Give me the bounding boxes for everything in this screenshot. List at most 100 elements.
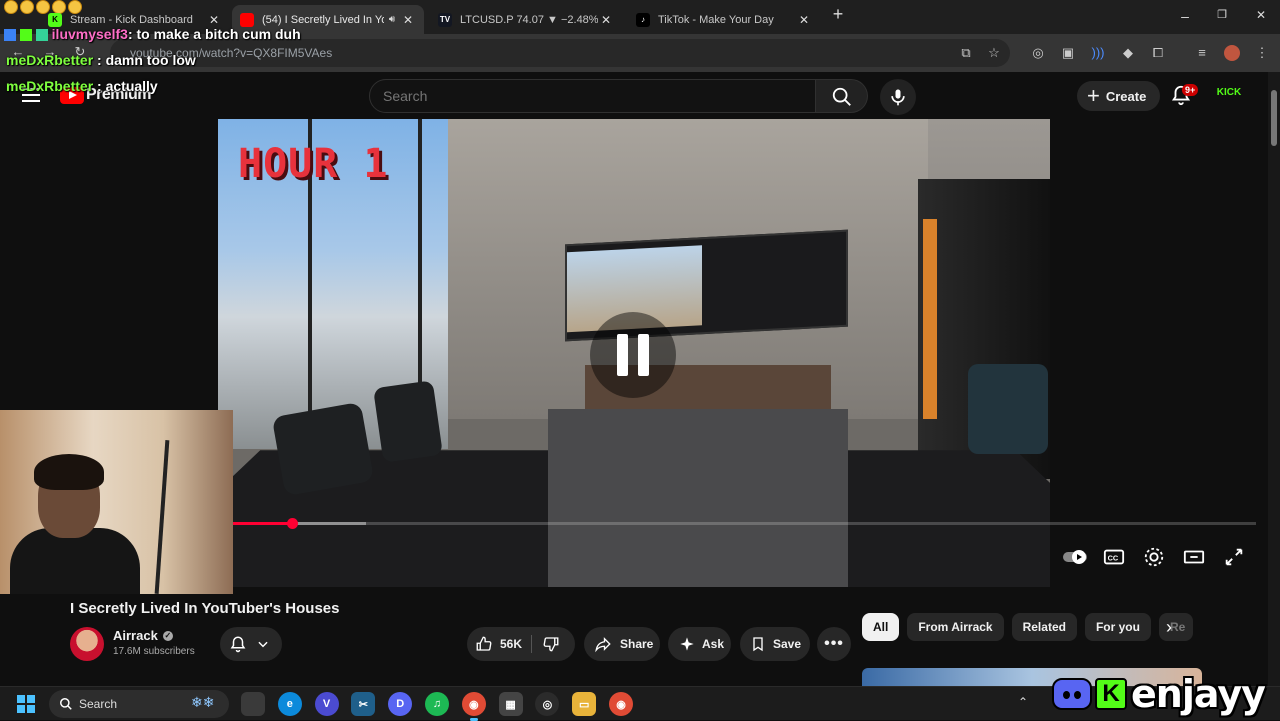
pause-button[interactable]	[590, 312, 676, 398]
chip-recent[interactable]: Re	[1158, 613, 1193, 641]
kick-logo-icon: K	[1095, 678, 1127, 710]
verified-check-icon: ✓	[162, 630, 173, 641]
like-dislike-group: 56K	[467, 627, 575, 661]
thumbs-up-icon	[476, 636, 492, 651]
taskbar-app-edge-icon[interactable]: e	[277, 692, 302, 716]
extension-image-icon[interactable]: ▣	[1060, 45, 1076, 61]
scrollbar-thumb[interactable]	[1271, 90, 1277, 146]
tray-overflow-icon[interactable]: ⌃	[1018, 695, 1028, 709]
taskbar-app-vpn-icon[interactable]: V	[314, 692, 339, 716]
tab-tradingview[interactable]: TV LTCUSD.P 74.07 ▼ −2.48% Unn ✕	[430, 5, 622, 34]
tab-close-icon[interactable]: ✕	[206, 13, 222, 27]
extension-diamond-icon[interactable]: ◆	[1120, 45, 1136, 61]
search-icon	[832, 87, 851, 106]
channel-name-text: Airrack	[113, 628, 158, 643]
youtube-header: Premium + Create 9+ KICK	[0, 72, 1268, 118]
taskbar-app-chrome-profile-icon[interactable]: ◉	[609, 692, 633, 716]
channel-name[interactable]: Airrack ✓	[113, 628, 173, 643]
bookmark-star-icon[interactable]: ☆	[986, 45, 1002, 61]
extensions-puzzle-icon[interactable]: ⧠	[1150, 45, 1166, 61]
search-input[interactable]	[370, 80, 815, 112]
menu-kebab-icon[interactable]: ⋮	[1254, 45, 1270, 61]
windows-start-icon[interactable]	[17, 695, 35, 713]
chat-text: : damn too low	[93, 52, 196, 68]
tab-title: TikTok - Make Your Day	[658, 13, 774, 26]
chat-badge-icon	[19, 29, 32, 42]
microphone-icon	[891, 89, 905, 106]
account-avatar[interactable]: KICK	[1214, 88, 1244, 98]
channel-avatar[interactable]	[70, 627, 104, 661]
theater-mode-icon[interactable]	[1183, 546, 1205, 568]
extension-glasses-icon[interactable]: ◎	[1030, 45, 1046, 61]
taskbar-app-snipping-tool-icon[interactable]: ✂	[351, 692, 376, 716]
media-queue-icon[interactable]: ≡	[1194, 45, 1210, 61]
ask-button[interactable]: Ask	[668, 627, 731, 661]
tab-close-icon[interactable]: ✕	[598, 13, 614, 27]
taskbar-app-folder-icon[interactable]: ▭	[572, 692, 597, 716]
search-box	[369, 79, 816, 113]
page-scrollbar[interactable]	[1268, 72, 1280, 686]
taskbar-search[interactable]: Search ❄❄	[49, 690, 229, 718]
progress-played	[233, 522, 293, 525]
profile-avatar-icon[interactable]	[1224, 45, 1240, 61]
bookmark-icon	[753, 637, 763, 652]
chat-username: meDxRbetter	[6, 78, 94, 94]
like-button[interactable]: 56K	[467, 635, 531, 653]
maximize-button[interactable]: ❐	[1207, 8, 1237, 21]
share-label: Share	[620, 637, 654, 651]
kick-favicon-icon: K	[48, 12, 62, 27]
video-scene	[923, 219, 937, 419]
search-button[interactable]	[816, 79, 868, 113]
taskbar-app-spotify-icon[interactable]: ♫	[425, 692, 449, 716]
tab-close-icon[interactable]: ✕	[400, 13, 416, 27]
taskbar-app-obs-icon[interactable]: ◎	[535, 692, 560, 716]
chat-text: : actually	[93, 78, 158, 94]
taskbar-app-chrome-icon[interactable]: ◉	[461, 692, 486, 721]
address-bar[interactable]: youtube.com/watch?v=QX8FIM5VAes ⧉ ☆	[110, 39, 1010, 67]
bell-icon	[230, 636, 246, 653]
tab-close-icon[interactable]: ✕	[796, 13, 812, 27]
save-button[interactable]: Save	[740, 627, 810, 661]
more-actions-button[interactable]: •••	[817, 627, 851, 661]
share-button[interactable]: Share	[584, 627, 660, 661]
video-progress-bar[interactable]	[233, 518, 1256, 529]
taskbar-app-calculator-icon[interactable]: ▦	[498, 692, 523, 716]
minimize-button[interactable]: –	[1170, 8, 1200, 24]
dislike-button[interactable]	[542, 635, 567, 656]
emote-icon	[4, 0, 18, 14]
new-tab-button[interactable]: +	[823, 4, 853, 25]
streamer-brand-overlay: K enjayy	[1052, 668, 1266, 720]
create-button[interactable]: + Create	[1077, 81, 1161, 111]
chat-message: meDxRbetter : actually	[6, 78, 158, 94]
install-app-icon[interactable]: ⧉	[958, 45, 974, 61]
settings-gear-icon[interactable]	[1143, 546, 1165, 568]
close-window-button[interactable]: ✕	[1246, 8, 1276, 22]
chip-for-you[interactable]: For you	[1084, 613, 1151, 641]
chip-all[interactable]: All	[862, 613, 900, 641]
chip-from-airrack[interactable]: From Airrack	[907, 613, 1004, 641]
tradingview-favicon-icon: TV	[438, 12, 452, 27]
captions-icon[interactable]: CC	[1103, 546, 1125, 568]
video-title-overlay: HOUR 1	[238, 141, 389, 187]
chat-badge-icon	[35, 29, 48, 42]
taskbar-app-file-explorer-dark-icon[interactable]	[241, 692, 265, 716]
svg-text:CC: CC	[1108, 554, 1119, 563]
like-count: 56K	[500, 637, 523, 651]
fullscreen-icon[interactable]	[1223, 546, 1245, 568]
chip-next-chevron-icon[interactable]: ›	[1166, 617, 1172, 638]
voice-search-button[interactable]	[880, 79, 916, 115]
subscription-bell-button[interactable]	[220, 627, 282, 661]
sparkle-icon	[680, 637, 694, 651]
tab-tiktok[interactable]: ♪ TikTok - Make Your Day ✕	[628, 5, 820, 34]
chevron-down-icon	[258, 641, 268, 648]
video-player[interactable]: HOUR 1	[218, 119, 1050, 587]
chat-text: : to make a bitch cum duh	[127, 26, 301, 42]
taskbar-app-discord-icon[interactable]: D	[388, 692, 413, 716]
streamer-name: enjayy	[1131, 672, 1266, 716]
autoplay-toggle-icon[interactable]	[1062, 546, 1088, 568]
tab-title: (54) I Secretly Lived In YouT	[262, 13, 384, 26]
tiktok-favicon-icon: ♪	[636, 12, 650, 27]
speaker-icon[interactable]: 🔊︎	[384, 14, 400, 25]
extension-audio-icon[interactable]: )))	[1090, 45, 1106, 61]
chip-related[interactable]: Related	[1011, 613, 1077, 641]
